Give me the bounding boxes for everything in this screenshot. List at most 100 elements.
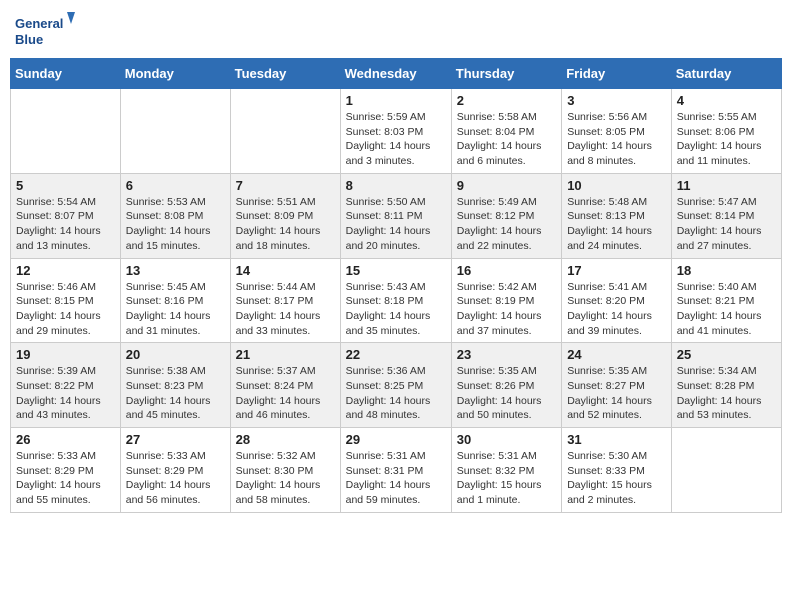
calendar-cell: 2 Sunrise: 5:58 AM Sunset: 8:04 PM Daylig… — [451, 89, 561, 174]
weekday-header-row: SundayMondayTuesdayWednesdayThursdayFrid… — [11, 59, 782, 89]
calendar-cell: 7 Sunrise: 5:51 AM Sunset: 8:09 PM Daylig… — [230, 173, 340, 258]
day-info: Sunrise: 5:59 AM Sunset: 8:03 PM Dayligh… — [346, 110, 446, 169]
day-info: Sunrise: 5:40 AM Sunset: 8:21 PM Dayligh… — [677, 280, 776, 339]
day-number: 23 — [457, 347, 556, 362]
calendar-week-row: 26Sunrise: 5:33 AM Sunset: 8:29 PM Dayli… — [11, 428, 782, 513]
calendar-cell: 30Sunrise: 5:31 AM Sunset: 8:32 PM Dayli… — [451, 428, 561, 513]
day-number: 13 — [126, 263, 225, 278]
calendar-cell: 14 Sunrise: 5:44 AM Sunset: 8:17 PM Dayli… — [230, 258, 340, 343]
calendar-cell: 5 Sunrise: 5:54 AM Sunset: 8:07 PM Daylig… — [11, 173, 121, 258]
calendar-cell: 17 Sunrise: 5:41 AM Sunset: 8:20 PM Dayli… — [562, 258, 672, 343]
day-number: 17 — [567, 263, 666, 278]
weekday-header-friday: Friday — [562, 59, 672, 89]
calendar-cell: 15 Sunrise: 5:43 AM Sunset: 8:18 PM Dayli… — [340, 258, 451, 343]
calendar-cell: 27Sunrise: 5:33 AM Sunset: 8:29 PM Dayli… — [120, 428, 230, 513]
day-info: Sunrise: 5:49 AM Sunset: 8:12 PM Dayligh… — [457, 195, 556, 254]
day-number: 10 — [567, 178, 666, 193]
svg-text:General: General — [15, 16, 63, 31]
weekday-header-saturday: Saturday — [671, 59, 781, 89]
calendar-cell: 31Sunrise: 5:30 AM Sunset: 8:33 PM Dayli… — [562, 428, 672, 513]
day-number: 29 — [346, 432, 446, 447]
calendar-cell — [120, 89, 230, 174]
day-number: 19 — [16, 347, 115, 362]
day-info: Sunrise: 5:33 AM Sunset: 8:29 PM Dayligh… — [16, 449, 115, 508]
day-info: Sunrise: 5:46 AM Sunset: 8:15 PM Dayligh… — [16, 280, 115, 339]
calendar-cell: 9 Sunrise: 5:49 AM Sunset: 8:12 PM Daylig… — [451, 173, 561, 258]
day-info: Sunrise: 5:51 AM Sunset: 8:09 PM Dayligh… — [236, 195, 335, 254]
calendar-cell: 29Sunrise: 5:31 AM Sunset: 8:31 PM Dayli… — [340, 428, 451, 513]
day-number: 3 — [567, 93, 666, 108]
day-number: 14 — [236, 263, 335, 278]
calendar-cell — [671, 428, 781, 513]
day-info: Sunrise: 5:42 AM Sunset: 8:19 PM Dayligh… — [457, 280, 556, 339]
calendar-cell: 23 Sunrise: 5:35 AM Sunset: 8:26 PM Dayli… — [451, 343, 561, 428]
calendar-cell: 11Sunrise: 5:47 AM Sunset: 8:14 PM Dayli… — [671, 173, 781, 258]
day-number: 15 — [346, 263, 446, 278]
day-info: Sunrise: 5:56 AM Sunset: 8:05 PM Dayligh… — [567, 110, 666, 169]
calendar-cell: 10 Sunrise: 5:48 AM Sunset: 8:13 PM Dayli… — [562, 173, 672, 258]
calendar-cell: 3 Sunrise: 5:56 AM Sunset: 8:05 PM Daylig… — [562, 89, 672, 174]
calendar-cell: 12 Sunrise: 5:46 AM Sunset: 8:15 PM Dayli… — [11, 258, 121, 343]
calendar-cell: 8Sunrise: 5:50 AM Sunset: 8:11 PM Daylig… — [340, 173, 451, 258]
day-info: Sunrise: 5:37 AM Sunset: 8:24 PM Dayligh… — [236, 364, 335, 423]
calendar-cell: 21 Sunrise: 5:37 AM Sunset: 8:24 PM Dayli… — [230, 343, 340, 428]
calendar-week-row: 1 Sunrise: 5:59 AM Sunset: 8:03 PM Daylig… — [11, 89, 782, 174]
day-number: 24 — [567, 347, 666, 362]
day-number: 2 — [457, 93, 556, 108]
day-info: Sunrise: 5:58 AM Sunset: 8:04 PM Dayligh… — [457, 110, 556, 169]
calendar-cell: 22 Sunrise: 5:36 AM Sunset: 8:25 PM Dayli… — [340, 343, 451, 428]
day-info: Sunrise: 5:44 AM Sunset: 8:17 PM Dayligh… — [236, 280, 335, 339]
calendar-cell: 20Sunrise: 5:38 AM Sunset: 8:23 PM Dayli… — [120, 343, 230, 428]
weekday-header-sunday: Sunday — [11, 59, 121, 89]
day-number: 16 — [457, 263, 556, 278]
weekday-header-thursday: Thursday — [451, 59, 561, 89]
day-info: Sunrise: 5:50 AM Sunset: 8:11 PM Dayligh… — [346, 195, 446, 254]
day-info: Sunrise: 5:45 AM Sunset: 8:16 PM Dayligh… — [126, 280, 225, 339]
day-info: Sunrise: 5:48 AM Sunset: 8:13 PM Dayligh… — [567, 195, 666, 254]
day-number: 4 — [677, 93, 776, 108]
day-number: 21 — [236, 347, 335, 362]
calendar-week-row: 12 Sunrise: 5:46 AM Sunset: 8:15 PM Dayli… — [11, 258, 782, 343]
day-info: Sunrise: 5:41 AM Sunset: 8:20 PM Dayligh… — [567, 280, 666, 339]
logo-svg: General Blue — [15, 10, 75, 50]
day-number: 5 — [16, 178, 115, 193]
day-number: 18 — [677, 263, 776, 278]
calendar-week-row: 5 Sunrise: 5:54 AM Sunset: 8:07 PM Daylig… — [11, 173, 782, 258]
day-info: Sunrise: 5:38 AM Sunset: 8:23 PM Dayligh… — [126, 364, 225, 423]
day-number: 22 — [346, 347, 446, 362]
day-info: Sunrise: 5:36 AM Sunset: 8:25 PM Dayligh… — [346, 364, 446, 423]
day-number: 12 — [16, 263, 115, 278]
calendar-cell: 25Sunrise: 5:34 AM Sunset: 8:28 PM Dayli… — [671, 343, 781, 428]
calendar-cell: 6 Sunrise: 5:53 AM Sunset: 8:08 PM Daylig… — [120, 173, 230, 258]
day-info: Sunrise: 5:43 AM Sunset: 8:18 PM Dayligh… — [346, 280, 446, 339]
calendar-cell: 16 Sunrise: 5:42 AM Sunset: 8:19 PM Dayli… — [451, 258, 561, 343]
calendar-table: SundayMondayTuesdayWednesdayThursdayFrid… — [10, 58, 782, 513]
page-header: General Blue — [10, 10, 782, 50]
day-info: Sunrise: 5:53 AM Sunset: 8:08 PM Dayligh… — [126, 195, 225, 254]
calendar-cell: 26Sunrise: 5:33 AM Sunset: 8:29 PM Dayli… — [11, 428, 121, 513]
calendar-cell: 1 Sunrise: 5:59 AM Sunset: 8:03 PM Daylig… — [340, 89, 451, 174]
calendar-cell: 24 Sunrise: 5:35 AM Sunset: 8:27 PM Dayli… — [562, 343, 672, 428]
day-info: Sunrise: 5:35 AM Sunset: 8:26 PM Dayligh… — [457, 364, 556, 423]
day-info: Sunrise: 5:55 AM Sunset: 8:06 PM Dayligh… — [677, 110, 776, 169]
day-info: Sunrise: 5:34 AM Sunset: 8:28 PM Dayligh… — [677, 364, 776, 423]
calendar-cell: 28Sunrise: 5:32 AM Sunset: 8:30 PM Dayli… — [230, 428, 340, 513]
day-number: 6 — [126, 178, 225, 193]
day-number: 1 — [346, 93, 446, 108]
logo: General Blue — [15, 10, 75, 50]
weekday-header-monday: Monday — [120, 59, 230, 89]
day-number: 30 — [457, 432, 556, 447]
day-info: Sunrise: 5:39 AM Sunset: 8:22 PM Dayligh… — [16, 364, 115, 423]
day-info: Sunrise: 5:54 AM Sunset: 8:07 PM Dayligh… — [16, 195, 115, 254]
svg-text:Blue: Blue — [15, 32, 43, 47]
calendar-cell: 19 Sunrise: 5:39 AM Sunset: 8:22 PM Dayli… — [11, 343, 121, 428]
calendar-week-row: 19 Sunrise: 5:39 AM Sunset: 8:22 PM Dayli… — [11, 343, 782, 428]
day-number: 27 — [126, 432, 225, 447]
calendar-cell: 18 Sunrise: 5:40 AM Sunset: 8:21 PM Dayli… — [671, 258, 781, 343]
calendar-cell: 4 Sunrise: 5:55 AM Sunset: 8:06 PM Daylig… — [671, 89, 781, 174]
day-info: Sunrise: 5:35 AM Sunset: 8:27 PM Dayligh… — [567, 364, 666, 423]
day-number: 9 — [457, 178, 556, 193]
weekday-header-wednesday: Wednesday — [340, 59, 451, 89]
day-number: 7 — [236, 178, 335, 193]
day-info: Sunrise: 5:47 AM Sunset: 8:14 PM Dayligh… — [677, 195, 776, 254]
